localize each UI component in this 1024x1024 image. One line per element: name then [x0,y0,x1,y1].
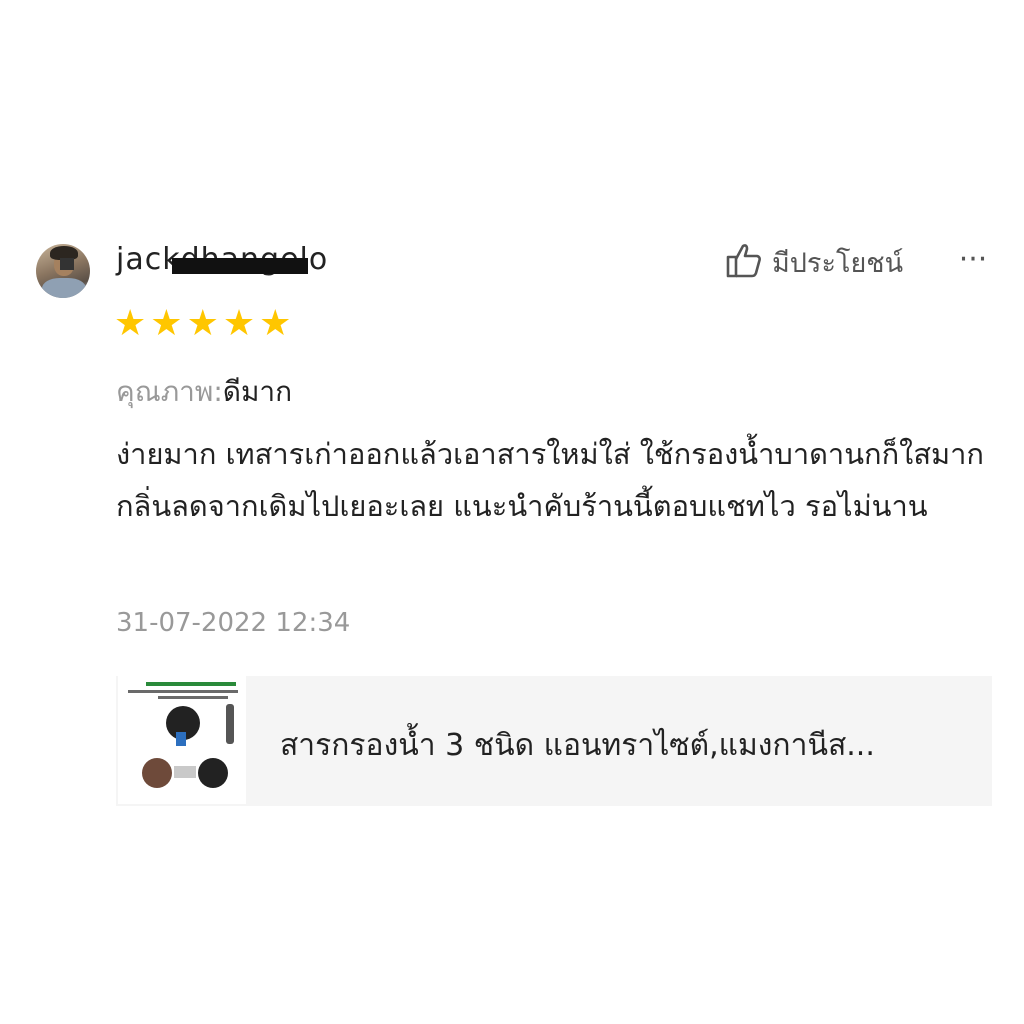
star-rating: ★ ★ ★ ★ ★ [114,304,291,344]
thumbnail-packs [174,766,196,778]
thumbnail-subheading [128,690,238,693]
quality-value: ดีมาก [222,375,293,408]
product-thumbnail [118,676,246,804]
star-icon: ★ [222,303,256,344]
username-censor-bar [172,258,308,274]
helpful-label: มีประโยชน์ [772,247,904,279]
thumbnail-subheading-2 [158,696,228,699]
star-icon: ★ [186,303,219,344]
thumbnail-manganese [142,758,172,788]
product-title[interactable]: สารกรองน้ำ 3 ชนิด แอนทราไซต์,แมงกานีส... [280,722,980,769]
more-icon: ··· [958,242,988,277]
thumbnail-heading [146,682,236,686]
product-card[interactable]: สารกรองน้ำ 3 ชนิด แอนทราไซต์,แมงกานีส... [116,676,992,806]
avatar[interactable] [36,244,90,298]
avatar-shirt [42,278,86,298]
star-icon: ★ [114,303,147,344]
review-timestamp: 31-07-2022 12:34 [116,608,351,638]
avatar-censor-bar [60,258,74,270]
thumbnail-bag [176,732,186,746]
review-text: ง่ายมาก เทสารเก่าออกแล้วเอาสารใหม่ใส่ ใช… [116,437,984,523]
star-icon: ★ [150,303,183,344]
thumbs-up-icon [724,240,764,284]
helpful-button[interactable]: มีประโยชน์ [724,240,903,284]
star-icon: ★ [259,303,292,344]
thumbnail-carbon [198,758,228,788]
quality-row: คุณภาพ:ดีมาก [116,370,292,414]
more-options-button[interactable]: ··· [950,240,996,284]
quality-label: คุณภาพ: [116,375,223,408]
thumbnail-filter-tube [226,704,234,744]
